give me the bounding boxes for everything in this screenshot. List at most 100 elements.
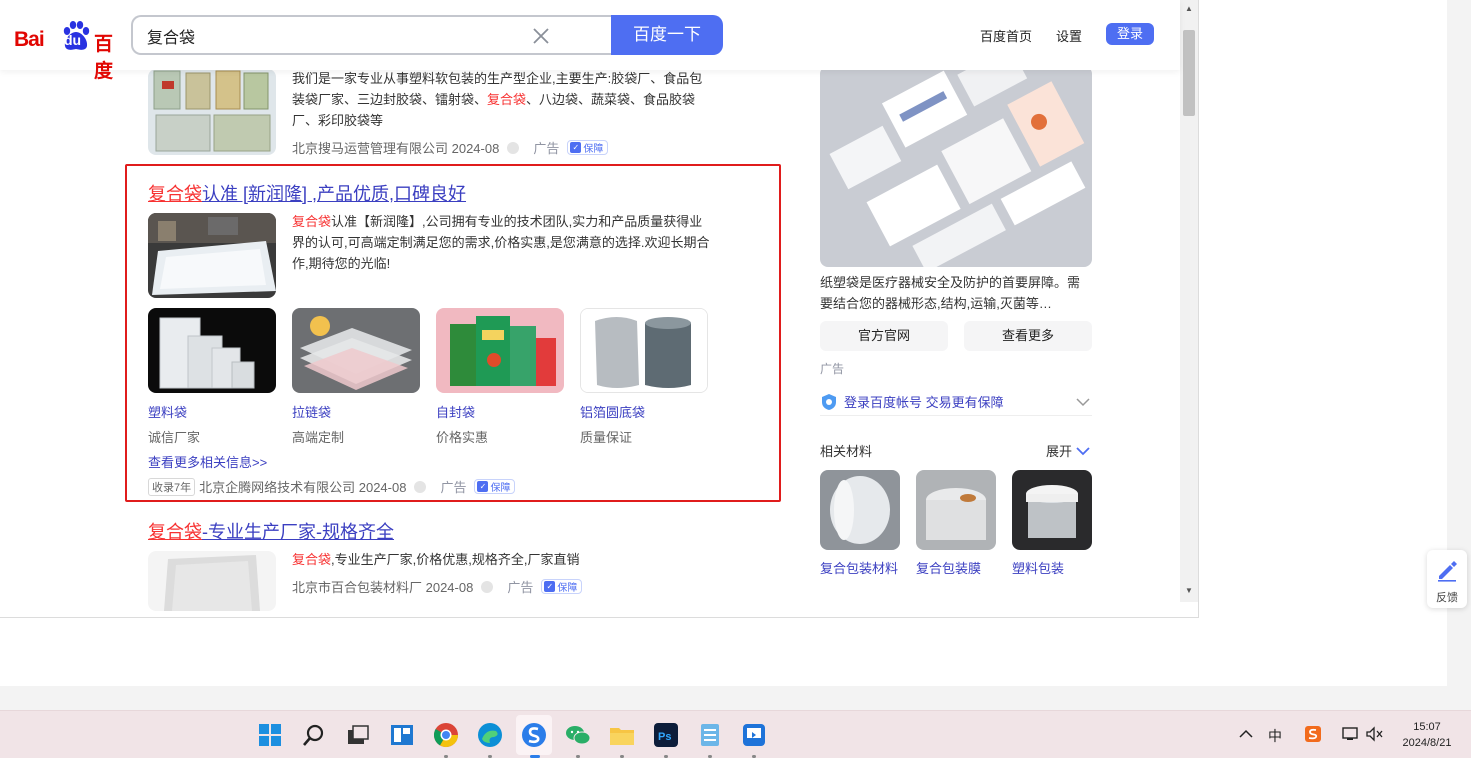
result1-image[interactable] [148,69,276,155]
product-card-zipper-bag[interactable]: 拉链袋 高端定制 [292,308,420,446]
product-card-plastic-bag[interactable]: 塑料袋 诚信厂家 [148,308,276,446]
search-input[interactable] [147,25,527,47]
result3-title[interactable]: 复合袋-专业生产厂家-规格齐全 [148,518,394,544]
product-image[interactable] [436,308,564,393]
chrome-icon[interactable] [432,721,460,749]
official-site-button[interactable]: 官方官网 [820,321,948,351]
related-image[interactable] [916,470,996,550]
info-icon[interactable] [507,141,520,154]
login-tip-text[interactable]: 登录百度帐号 交易更有保障 [844,392,1004,411]
right-ad-image[interactable] [820,66,1092,267]
result3-description: 复合袋,专业生产厂家,价格优惠,规格齐全,厂家直销 [292,552,580,567]
scroll-up-arrow-icon[interactable]: ▲ [1185,4,1193,13]
result3-image[interactable] [148,551,276,611]
product-card-foil-bag[interactable]: 铝箔圆底袋 质量保证 [580,308,708,446]
task-view-icon[interactable] [344,721,372,749]
ad-label: 广告 [507,580,534,595]
more-info-link[interactable]: 查看更多相关信息>> [148,452,267,471]
related-item[interactable]: 塑料包装 [1012,470,1092,580]
speaker-muted-icon[interactable] [1365,726,1385,742]
expand-toggle[interactable]: 展开 [1046,441,1090,460]
vertical-scrollbar[interactable]: ▲ ▼ [1180,0,1198,602]
product-name[interactable]: 铝箔圆底袋 [580,402,708,421]
scroll-thumb[interactable] [1183,30,1195,116]
result2-title[interactable]: 复合袋认准 [新润隆] ,产品优质,口碑良好 [148,180,466,206]
product-name[interactable]: 拉链袋 [292,402,420,421]
logo-text-du: du [64,32,82,48]
baidu-logo[interactable]: Bai du 百度 [14,18,118,82]
system-clock[interactable]: 15:07 2024/8/21 [1392,719,1462,751]
shield-icon [822,393,836,410]
shield-check-icon: ✓ [477,481,489,492]
logo-text-cn: 百度 [94,34,114,82]
search-button[interactable]: 百度一下 [611,15,723,55]
ad-label: 广告 [533,141,560,156]
related-item[interactable]: 复合包装材料 [820,470,900,580]
sogou-browser-icon[interactable] [520,721,548,749]
product-subtitle: 质量保证 [580,430,633,445]
result3-meta: 北京市百合包装材料厂 2024-08 广告 ✓ 保障 [292,577,583,596]
right-ad-description: 纸塑袋是医疗器械安全及防护的首要屏障。需要结合您的器械形态,结构,运输,灭菌等… [820,275,1081,311]
result1-meta: 北京搜马运营管理有限公司 2024-08 广告 ✓ 保障 [292,138,609,157]
sogou-input-icon[interactable] [1304,725,1322,743]
search-box [131,15,613,55]
result1-description: 我们是一家专业从事塑料软包装的生产型企业,主要生产:胶袋厂、食品包装袋厂家、三边… [292,71,703,128]
widgets-icon[interactable] [388,721,416,749]
notepad-icon[interactable] [696,721,724,749]
product-name[interactable]: 塑料袋 [148,402,276,421]
ime-indicator[interactable]: 中 [1268,726,1282,746]
result1-company[interactable]: 北京搜马运营管理有限公司 2024-08 [292,138,499,157]
result2-company[interactable]: 北京企腾网络技术有限公司 2024-08 [199,477,406,496]
related-name[interactable]: 塑料包装 [1012,558,1092,580]
wechat-icon[interactable] [564,721,592,749]
window-bottom-bar [0,686,1471,710]
product-subtitle: 高端定制 [292,430,345,445]
related-name[interactable]: 复合包装材料 [820,558,900,580]
chevron-up-icon[interactable] [1239,728,1253,740]
settings-link[interactable]: 设置 [1056,26,1082,45]
product-card-self-seal-bag[interactable]: 自封袋 价格实惠 [436,308,564,446]
feedback-label: 反馈 [1436,592,1458,604]
related-image[interactable] [820,470,900,550]
pencil-icon [1438,561,1457,582]
login-tip-row[interactable]: 登录百度帐号 交易更有保障 [820,388,1092,416]
view-more-button[interactable]: 查看更多 [964,321,1092,351]
info-icon[interactable] [481,580,494,593]
guarantee-badge[interactable]: ✓ 保障 [541,579,583,594]
product-subtitle: 诚信厂家 [148,430,201,445]
product-image[interactable] [292,308,420,393]
related-name[interactable]: 复合包装膜 [916,558,996,580]
info-icon[interactable] [414,480,427,493]
ad-label: 广告 [820,362,845,376]
photoshop-icon[interactable]: Ps [652,721,680,749]
edge-icon[interactable] [476,721,504,749]
windows-start-icon[interactable] [256,721,284,749]
feedback-button[interactable]: 反馈 [1427,550,1467,608]
clear-icon[interactable] [531,26,551,46]
clock-time: 15:07 [1413,721,1441,733]
related-title: 相关材料 [820,444,873,459]
related-image[interactable] [1012,470,1092,550]
shield-check-icon: ✓ [544,581,556,592]
product-name[interactable]: 自封袋 [436,402,564,421]
product-image[interactable] [148,308,276,393]
baidu-home-link[interactable]: 百度首页 [980,26,1032,45]
chevron-down-icon[interactable] [1076,397,1090,407]
page-bottom-area [0,619,1447,686]
result2-meta: 收录7年 北京企腾网络技术有限公司 2024-08 广告 ✓ 保障 [148,477,516,496]
result3-company[interactable]: 北京市百合包装材料厂 2024-08 [292,577,473,596]
login-button[interactable]: 登录 [1106,23,1154,45]
result2-image[interactable] [148,213,276,298]
scroll-down-arrow-icon[interactable]: ▼ [1185,586,1193,595]
guarantee-badge[interactable]: ✓ 保障 [474,479,516,494]
result2-description: 复合袋认准【新润隆】,公司拥有专业的技术团队,实力和产品质量获得业界的认可,可高… [292,214,710,271]
product-image[interactable] [580,308,708,393]
related-item[interactable]: 复合包装膜 [916,470,996,580]
remote-desktop-icon[interactable] [740,721,768,749]
product-subtitle: 价格实惠 [436,430,489,445]
guarantee-badge[interactable]: ✓ 保障 [567,140,609,155]
file-explorer-icon[interactable] [608,721,636,749]
browser-viewport: Bai du 百度 百度一下 百度首页 设置 登录 [0,0,1199,618]
network-icon[interactable] [1341,726,1361,742]
search-icon[interactable] [300,721,328,749]
